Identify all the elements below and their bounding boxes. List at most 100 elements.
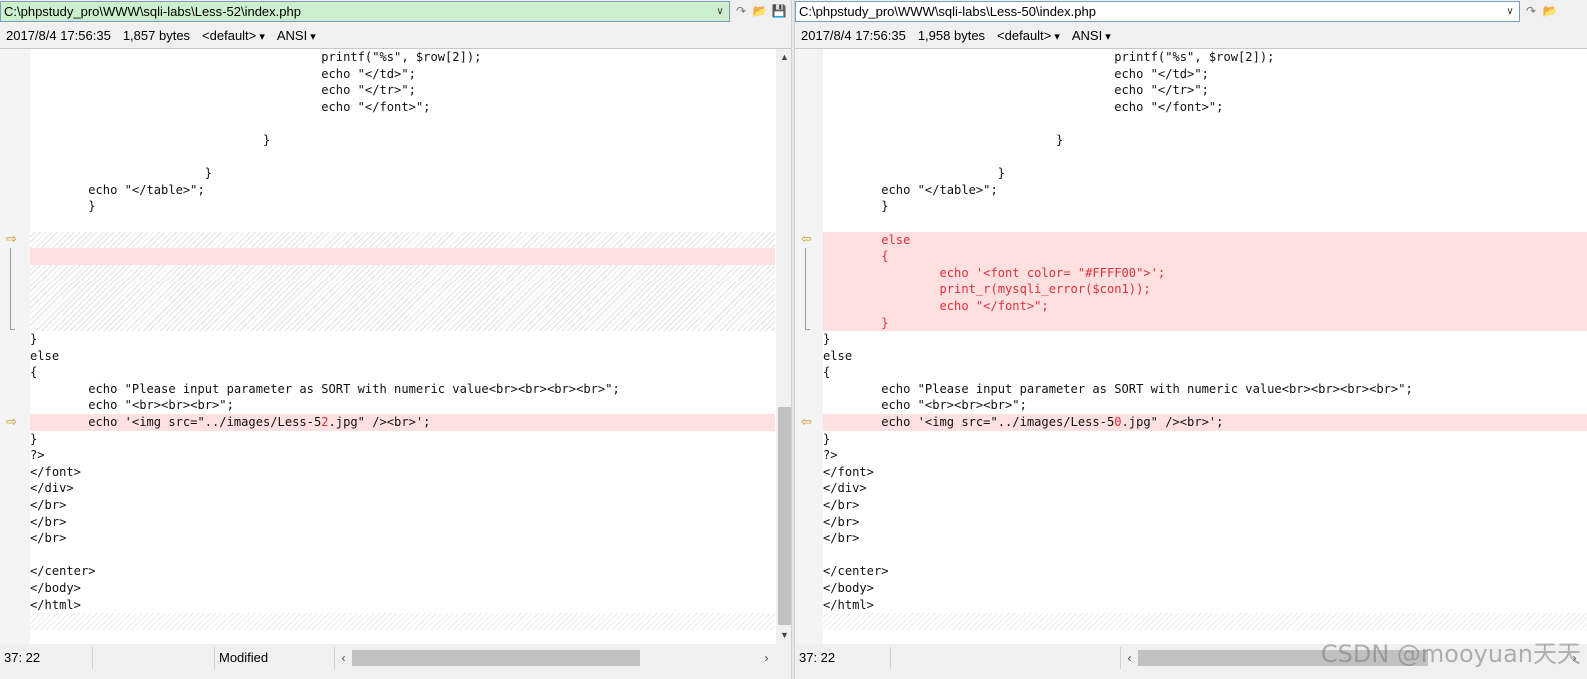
code-line: { — [30, 365, 38, 380]
left-info-bar: 2017/8/4 17:56:35 1,857 bytes <default> … — [0, 24, 793, 46]
reload-icon[interactable]: ↷ — [1523, 3, 1539, 19]
chevron-down-icon[interactable]: ∨ — [1503, 4, 1517, 19]
code-line: echo "</font>"; — [30, 99, 431, 114]
code-line: } — [30, 132, 271, 147]
code-line — [30, 248, 775, 265]
left-code-editor[interactable]: ⇨ ⇨ printf("%s", $row[2]); echo "</td>";… — [0, 48, 793, 644]
code-line: echo '<img src="../images/Less-52.jpg" /… — [30, 414, 775, 431]
right-file-size: 1,958 bytes — [917, 27, 986, 43]
diff-marker-icon[interactable]: ⇦ — [801, 415, 815, 428]
right-timestamp: 2017/8/4 17:56:35 — [801, 27, 906, 43]
code-line: </body> — [823, 581, 874, 595]
code-line: ?> — [823, 448, 838, 463]
code-line: </center> — [823, 564, 889, 579]
left-syntax-dropdown[interactable]: <default> — [202, 28, 265, 43]
code-line — [30, 613, 775, 630]
code-line: ?> — [30, 448, 45, 463]
right-gutter: ⇦ ⇦ — [795, 49, 823, 644]
diff-marker-icon[interactable]: ⇦ — [801, 232, 815, 245]
code-line: </html> — [823, 597, 874, 612]
scroll-left-icon[interactable]: ‹ — [335, 651, 352, 665]
code-line: </br> — [823, 514, 860, 529]
left-horizontal-scroll-thumb[interactable] — [352, 650, 640, 666]
right-code-lines: printf("%s", $row[2]); echo "</td>"; ech… — [823, 49, 1587, 630]
code-line: printf("%s", $row[2]); — [30, 50, 482, 64]
code-line: echo "Please input parameter as SORT wit… — [823, 381, 1413, 396]
right-status-empty — [891, 647, 1121, 669]
left-horizontal-scrollbar[interactable]: ‹ › — [335, 647, 775, 669]
code-line: } — [823, 199, 889, 214]
code-line: echo "</table>"; — [823, 182, 998, 197]
scroll-right-icon[interactable]: › — [758, 651, 775, 665]
code-line: } — [823, 431, 831, 446]
left-cursor-position: 37: 22 — [0, 647, 93, 669]
code-line — [30, 314, 775, 332]
code-line: } — [30, 332, 38, 347]
code-line: } — [823, 332, 831, 347]
right-pane: C:\phpstudy_pro\WWW\sqli-labs\Less-50\in… — [795, 0, 1587, 679]
scroll-left-icon[interactable]: ‹ — [1121, 651, 1138, 665]
reload-icon[interactable]: ↷ — [733, 3, 749, 19]
left-status-bar: 37: 22 Modified ‹ › — [0, 646, 793, 670]
code-line: echo "</font>"; — [823, 99, 1224, 114]
right-code-editor[interactable]: ⇦ ⇦ printf("%s", $row[2]); echo "</td>";… — [795, 48, 1587, 644]
code-line: </body> — [30, 581, 81, 595]
code-line: echo "<br><br><br>"; — [30, 398, 234, 413]
code-line: </font> — [823, 464, 874, 479]
code-line: </br> — [30, 514, 67, 529]
code-line: echo "</td>"; — [823, 66, 1209, 81]
diff-bracket — [10, 248, 15, 330]
code-text: echo '<img src="../images/Less-5 — [823, 415, 1115, 430]
code-line: echo "</tr>"; — [823, 83, 1209, 98]
diff-marker-icon[interactable]: ⇨ — [6, 232, 20, 245]
right-info-bar: 2017/8/4 17:56:35 1,958 bytes <default> … — [795, 24, 1587, 46]
left-code-lines: printf("%s", $row[2]); echo "</td>"; ech… — [30, 49, 775, 630]
code-line: echo "<br><br><br>"; — [823, 398, 1027, 413]
right-cursor-position: 37: 22 — [795, 647, 891, 669]
code-line: else — [30, 348, 60, 363]
save-icon[interactable]: 💾 — [771, 3, 787, 19]
code-line: else — [823, 231, 1587, 249]
code-line: echo "</font>"; — [823, 297, 1587, 315]
code-line — [30, 297, 775, 315]
code-line: echo "Please input parameter as SORT wit… — [30, 381, 620, 396]
code-line: } — [823, 132, 1064, 147]
right-syntax-dropdown[interactable]: <default> — [997, 28, 1060, 43]
left-timestamp: 2017/8/4 17:56:35 — [6, 27, 111, 43]
right-file-path-input[interactable]: C:\phpstudy_pro\WWW\sqli-labs\Less-50\in… — [795, 0, 1520, 22]
code-line: </font> — [30, 464, 81, 479]
code-line: </br> — [823, 531, 860, 546]
left-file-size: 1,857 bytes — [122, 27, 191, 43]
code-line: echo "</tr>"; — [30, 83, 416, 98]
diff-highlight: 2 — [321, 415, 329, 430]
code-line — [30, 231, 775, 249]
code-line: </center> — [30, 564, 96, 579]
right-path-bar: C:\phpstudy_pro\WWW\sqli-labs\Less-50\in… — [795, 0, 1587, 22]
open-folder-icon[interactable]: 📂 — [752, 3, 768, 19]
code-line: echo "</td>"; — [30, 66, 416, 81]
left-pane: C:\phpstudy_pro\WWW\sqli-labs\Less-52\in… — [0, 0, 793, 679]
code-text: .jpg" /><br>'; — [1121, 415, 1224, 430]
diff-marker-icon[interactable]: ⇨ — [6, 415, 20, 428]
left-file-path-input[interactable]: C:\phpstudy_pro\WWW\sqli-labs\Less-52\in… — [0, 0, 730, 22]
code-line: </div> — [823, 481, 867, 496]
code-line: { — [823, 248, 1587, 265]
code-line: } — [30, 199, 96, 214]
code-line — [823, 613, 1587, 630]
code-line: </br> — [823, 498, 860, 513]
left-status-empty — [93, 647, 215, 669]
left-hscroll-track[interactable] — [352, 647, 758, 669]
open-folder-icon[interactable]: 📂 — [1542, 3, 1558, 19]
left-vertical-scroll-thumb[interactable] — [778, 407, 791, 625]
right-encoding-dropdown[interactable]: ANSI — [1072, 28, 1111, 43]
code-line: { — [823, 365, 831, 380]
left-encoding-dropdown[interactable]: ANSI — [277, 28, 316, 43]
code-line: </html> — [30, 597, 81, 612]
code-line: echo "</table>"; — [30, 182, 205, 197]
chevron-down-icon[interactable]: ∨ — [713, 4, 727, 19]
